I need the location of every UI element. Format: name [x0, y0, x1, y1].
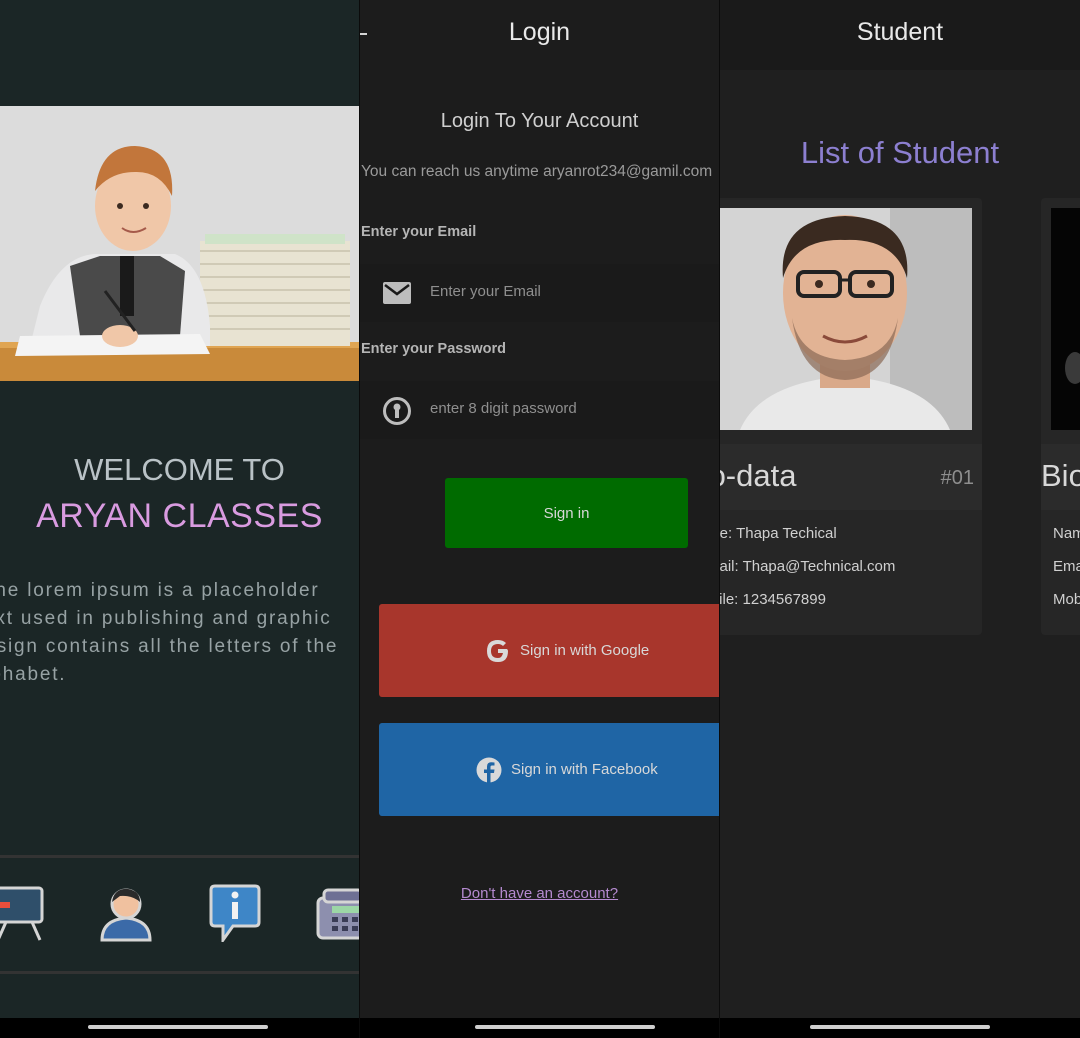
password-placeholder: enter 8 digit password — [430, 400, 577, 417]
card-number: #01 — [940, 467, 974, 489]
list-title: List of Student — [800, 135, 1000, 170]
key-lock-icon — [382, 396, 412, 425]
email-label: Enter your Email — [361, 224, 477, 240]
card-header: Bio-data #01 — [720, 444, 982, 510]
facebook-sign-in-label: Sign in with Facebook — [511, 761, 658, 778]
google-sign-in-button[interactable]: Sign in with Google — [379, 604, 719, 697]
google-sign-in-label: Sign in with Google — [520, 642, 650, 659]
system-nav-bar — [0, 1018, 359, 1038]
welcome-text: WELCOME TO — [74, 452, 285, 487]
login-heading: Login To Your Account — [440, 110, 639, 132]
appbar: Student — [720, 0, 1080, 70]
home-gesture-pill[interactable] — [810, 1025, 990, 1029]
mobile-row: Mobile: 1234567899 — [720, 591, 826, 608]
password-label: Enter your Password — [361, 341, 507, 357]
sign-in-label: Sign in — [543, 504, 590, 522]
mobile-row: Mobile — [1053, 591, 1080, 608]
appbar-title: Student — [856, 18, 944, 46]
home-gesture-pill[interactable] — [475, 1025, 655, 1029]
system-nav-bar — [720, 1018, 1080, 1038]
contact-text: You can reach us anytime aryanrot234@gam… — [361, 163, 713, 180]
sign-in-button[interactable]: Sign in — [445, 478, 688, 548]
student-screen: Student List of Student Bio-data — [720, 0, 1080, 1038]
email-placeholder: Enter your Email — [430, 283, 541, 300]
name-row: Name — [1053, 525, 1080, 542]
description-text: The lorem ipsum is a placeholder text us… — [0, 577, 359, 689]
info-bubble-icon[interactable] — [207, 884, 263, 945]
welcome-screen: WELCOME TO ARYAN CLASSES The lorem ipsum… — [0, 0, 359, 1038]
description-line: design contains all the letters of the — [0, 636, 339, 657]
home-gesture-pill[interactable] — [88, 1025, 268, 1029]
password-field[interactable]: enter 8 digit password — [360, 381, 719, 439]
signup-link[interactable]: Don't have an account? — [360, 885, 719, 902]
login-screen: Login Login To Your Account You can reac… — [360, 0, 719, 1038]
brand-name: ARYAN CLASSES — [36, 497, 323, 535]
facebook-icon — [476, 757, 502, 783]
telephone-icon[interactable] — [316, 884, 359, 942]
student-avatar-icon[interactable] — [98, 884, 154, 942]
system-nav-bar — [360, 1018, 719, 1038]
description-line: alphabet. — [0, 664, 67, 685]
student-photo — [720, 208, 972, 430]
description-line: The lorem ipsum is a placeholder — [0, 580, 320, 601]
card-title: Bio-data — [1041, 458, 1080, 493]
email-field[interactable]: Enter your Email — [360, 264, 719, 322]
description-line: text used in publishing and graphic — [0, 608, 332, 629]
student-card[interactable]: Bio-data Name Email Mobile — [1041, 198, 1080, 635]
appbar-title: Login — [508, 18, 571, 46]
bottom-icon-bar — [0, 855, 359, 974]
facebook-sign-in-button[interactable]: Sign in with Facebook — [379, 723, 719, 816]
presentation-board-icon[interactable] — [0, 884, 48, 942]
email-row: Email — [1053, 558, 1080, 575]
card-title: Bio-data — [720, 458, 797, 493]
student-photo — [1051, 208, 1080, 430]
student-card[interactable]: Bio-data #01 Name: Thapa Techical Email:… — [720, 198, 982, 635]
card-header: Bio-data — [1041, 444, 1080, 510]
hero-image-boy-writing — [0, 106, 359, 381]
mail-icon — [382, 279, 412, 307]
email-row: Email: Thapa@Technical.com — [720, 558, 896, 575]
name-row: Name: Thapa Techical — [720, 525, 837, 542]
google-g-icon — [485, 638, 511, 664]
